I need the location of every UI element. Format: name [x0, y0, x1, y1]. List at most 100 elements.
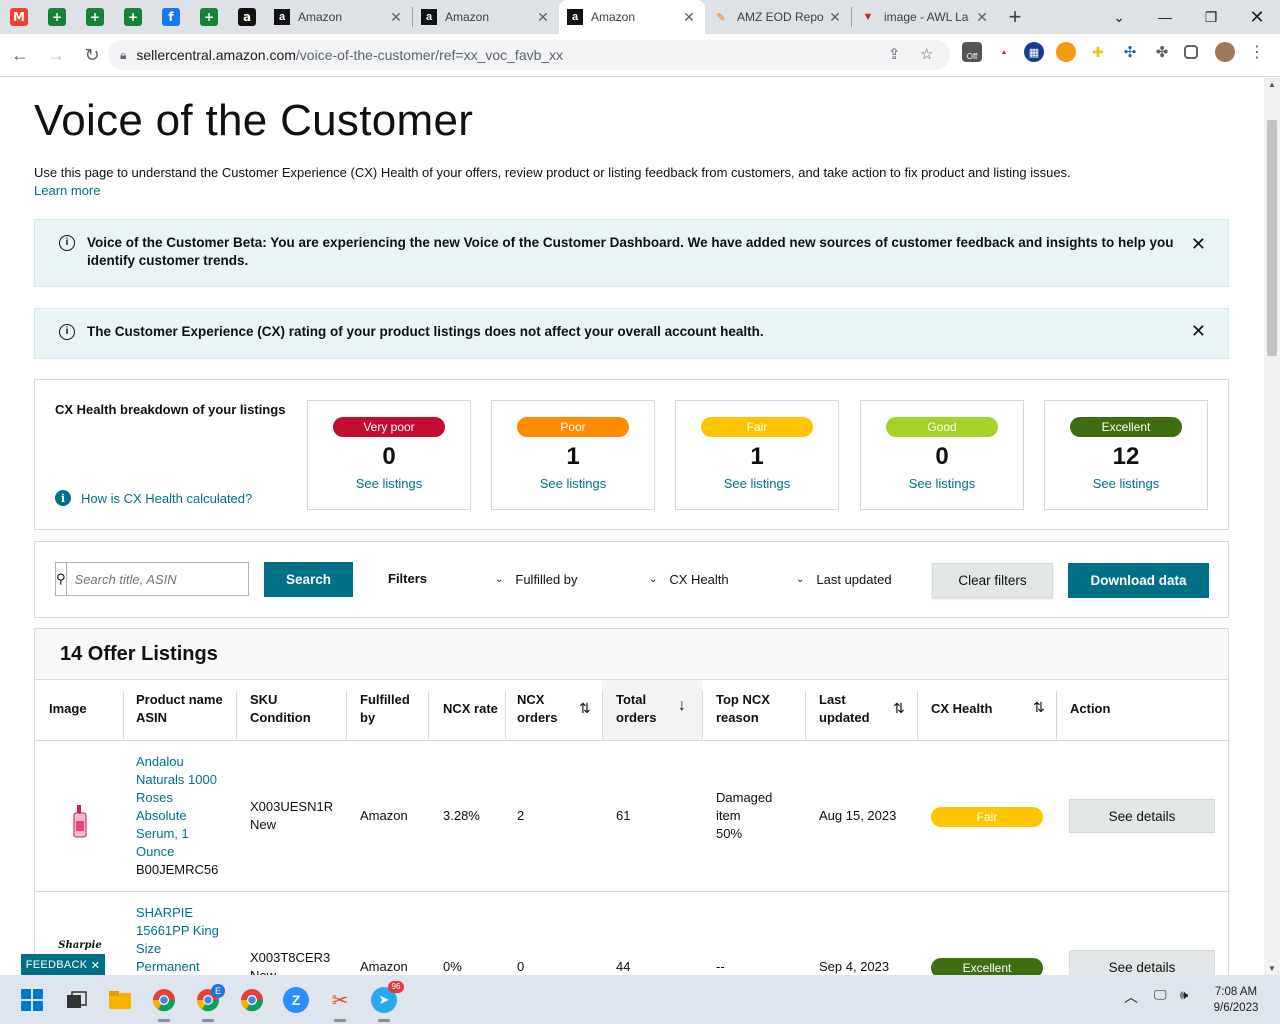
- learn-more-link[interactable]: Learn more: [34, 182, 1214, 200]
- browser-tab[interactable]: a Amazon ✕: [266, 0, 412, 34]
- windows-start-icon[interactable]: [19, 987, 45, 1013]
- extension-icon[interactable]: ✣: [1120, 42, 1140, 62]
- product-image-serum[interactable]: [65, 801, 95, 841]
- url-omnibox[interactable]: 🔒︎ sellercentral.amazon.com/voice-of-the…: [108, 40, 950, 70]
- col-total-orders[interactable]: Total orders ↓: [616, 691, 696, 727]
- close-icon[interactable]: ✕: [91, 959, 101, 972]
- task-view-icon[interactable]: [63, 987, 89, 1013]
- browser-menu-icon[interactable]: ⋮: [1247, 42, 1267, 62]
- sort-icon[interactable]: ⇅: [1033, 698, 1045, 716]
- minimize-button[interactable]: —: [1142, 0, 1188, 34]
- clear-filters-button[interactable]: Clear filters: [932, 563, 1053, 598]
- pinned-tab[interactable]: +: [114, 0, 152, 34]
- header-divider: [35, 740, 1230, 741]
- amazon-favicon: a: [567, 9, 583, 25]
- scroll-up-arrow-icon[interactable]: ▲: [1264, 80, 1280, 89]
- extension-icon[interactable]: ▲: [994, 42, 1014, 62]
- see-listings-link[interactable]: See listings: [308, 476, 470, 491]
- pinned-tab[interactable]: +: [38, 0, 76, 34]
- scrollbar-thumb[interactable]: [1267, 120, 1277, 356]
- cx-health-pill: Good: [886, 417, 998, 437]
- sort-icon[interactable]: ⇅: [893, 699, 905, 717]
- product-name-line[interactable]: Andalou: [136, 753, 231, 771]
- product-name-line[interactable]: 15661PP King: [136, 922, 231, 940]
- product-name-line[interactable]: Naturals 1000: [136, 771, 231, 789]
- volume-icon[interactable]: 🕪︎: [1180, 987, 1188, 1003]
- see-listings-link[interactable]: See listings: [492, 476, 654, 491]
- pinned-tab[interactable]: +: [76, 0, 114, 34]
- product-name-line[interactable]: SHARPIE: [136, 904, 231, 922]
- back-button[interactable]: ←: [4, 39, 36, 71]
- close-icon[interactable]: ✕: [1191, 235, 1206, 253]
- browser-tab[interactable]: ▼ image - AWL La ✕: [852, 0, 998, 34]
- col-last-updated[interactable]: Last updated ⇅: [819, 691, 909, 727]
- close-icon[interactable]: ✕: [1191, 322, 1206, 340]
- download-data-button[interactable]: Download data: [1068, 563, 1209, 598]
- browser-tab[interactable]: a Amazon ✕: [413, 0, 559, 34]
- see-listings-link[interactable]: See listings: [861, 476, 1023, 491]
- tab-close-icon[interactable]: ✕: [535, 9, 551, 26]
- feedback-button[interactable]: FEEDBACK ✕: [21, 954, 105, 975]
- scroll-down-arrow-icon[interactable]: ▼: [1264, 964, 1280, 973]
- tab-close-icon[interactable]: ✕: [827, 9, 843, 26]
- col-cx-health[interactable]: CX Health ⇅: [931, 698, 1051, 718]
- search-button[interactable]: Search: [264, 562, 353, 597]
- product-name-link[interactable]: SHARPIE 15661PP King Size Permanent: [136, 904, 231, 975]
- extension-icon[interactable]: ✚: [1088, 42, 1108, 62]
- share-icon[interactable]: ⇪: [888, 45, 901, 63]
- product-name-line[interactable]: Roses: [136, 789, 231, 807]
- tab-search-chevron-icon[interactable]: ⌄: [1096, 0, 1142, 34]
- product-name-line[interactable]: Permanent: [136, 958, 231, 975]
- chrome-icon[interactable]: [239, 987, 265, 1013]
- see-listings-link[interactable]: See listings: [1045, 476, 1207, 491]
- product-name-link[interactable]: Andalou Naturals 1000 Roses Absolute Ser…: [136, 753, 231, 861]
- see-details-button[interactable]: See details: [1069, 950, 1215, 975]
- product-name-line[interactable]: Serum, 1: [136, 825, 231, 843]
- profile-avatar[interactable]: [1215, 42, 1235, 62]
- see-listings-link[interactable]: See listings: [676, 476, 838, 491]
- reload-button[interactable]: ↻: [76, 39, 108, 71]
- side-panel-icon[interactable]: [1184, 45, 1198, 59]
- product-image-sharpie[interactable]: Sharpie: [58, 935, 101, 955]
- restore-button[interactable]: ❐: [1188, 0, 1234, 34]
- bookmark-star-icon[interactable]: ☆: [920, 45, 933, 63]
- sort-descending-arrow-icon[interactable]: ↓: [678, 697, 686, 715]
- product-name-line[interactable]: Size: [136, 940, 231, 958]
- forward-button[interactable]: →: [40, 39, 72, 71]
- cx-health-help-text[interactable]: How is CX Health calculated?: [81, 491, 252, 506]
- tab-close-icon[interactable]: ✕: [388, 9, 404, 26]
- extension-off-icon[interactable]: Off: [962, 42, 982, 62]
- puzzle-extensions-icon[interactable]: ✤: [1152, 42, 1172, 62]
- column-divider: [428, 691, 429, 739]
- pinned-tab[interactable]: M: [0, 0, 38, 34]
- last-updated-dropdown[interactable]: ⌄ Last updated: [796, 572, 892, 587]
- pinned-tab[interactable]: a: [228, 0, 266, 34]
- page-scrollbar[interactable]: ▲ ▼: [1264, 78, 1280, 975]
- system-clock[interactable]: 7:08 AM 9/6/2023: [1204, 984, 1268, 1016]
- sort-icon[interactable]: ⇅: [579, 699, 591, 717]
- fulfilled-by-dropdown[interactable]: ⌄ Fulfilled by: [495, 572, 578, 587]
- browser-tab[interactable]: a Amazon ✕: [559, 0, 705, 34]
- tab-close-icon[interactable]: ✕: [681, 9, 697, 26]
- zoom-icon[interactable]: Z: [283, 987, 309, 1013]
- pinned-tab[interactable]: +: [190, 0, 228, 34]
- close-window-button[interactable]: ✕: [1234, 0, 1280, 34]
- network-icon[interactable]: 🖵︎: [1154, 987, 1167, 1003]
- pinned-tab[interactable]: f: [152, 0, 190, 34]
- chrome-icon[interactable]: [151, 987, 177, 1013]
- product-name-line[interactable]: Ounce: [136, 843, 231, 861]
- cx-health-dropdown[interactable]: ⌄ CX Health: [649, 572, 729, 587]
- col-ncx-orders[interactable]: NCX orders ⇅: [517, 691, 597, 727]
- see-details-button[interactable]: See details: [1069, 799, 1215, 833]
- chevron-up-icon[interactable]: ︿: [1124, 987, 1138, 1007]
- snipping-tool-icon[interactable]: ✂: [327, 987, 353, 1013]
- file-explorer-icon[interactable]: [107, 987, 133, 1013]
- cx-health-help-link[interactable]: i How is CX Health calculated?: [55, 490, 252, 506]
- new-tab-button[interactable]: +: [998, 4, 1032, 30]
- product-name-line[interactable]: Absolute: [136, 807, 231, 825]
- extension-icon[interactable]: [1056, 42, 1076, 62]
- extension-icon[interactable]: ▦: [1024, 42, 1044, 62]
- tab-close-icon[interactable]: ✕: [974, 9, 990, 26]
- search-input[interactable]: [66, 563, 253, 595]
- browser-tab[interactable]: ✎ AMZ EOD Repo ✕: [705, 0, 851, 34]
